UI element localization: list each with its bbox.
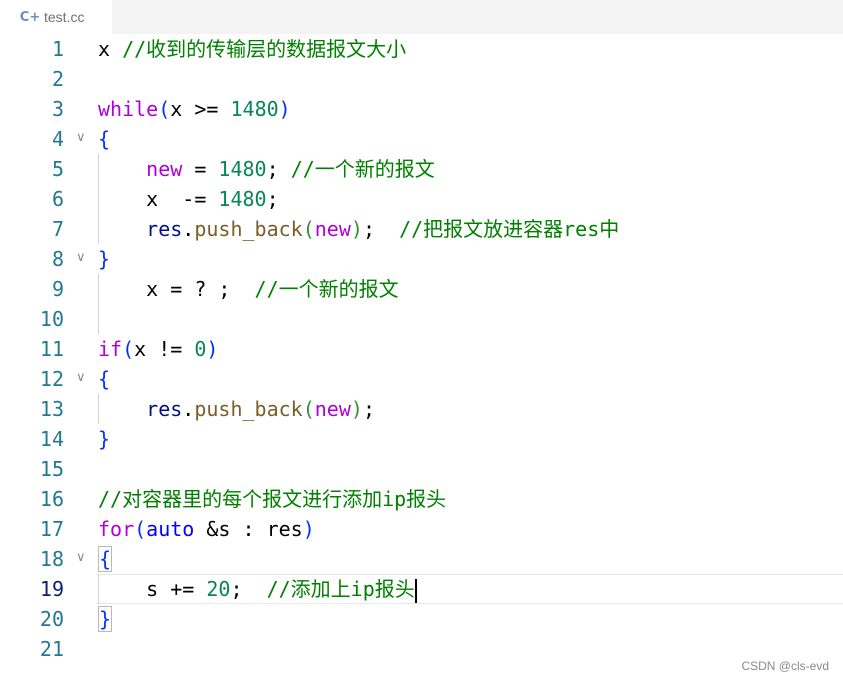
- code-line-4[interactable]: 4 ∨ {: [0, 124, 843, 154]
- code-text: x -= 1480;: [98, 187, 279, 211]
- line-number: 21: [39, 637, 64, 661]
- line-number: 17: [39, 517, 64, 541]
- indent-guide: [98, 154, 99, 244]
- code-line-21[interactable]: 21: [0, 634, 843, 664]
- fold-chevron-icon[interactable]: ∨: [76, 551, 90, 565]
- code-line-20[interactable]: 20}: [0, 604, 843, 634]
- code-text: }: [98, 247, 111, 271]
- code-line-15[interactable]: 15: [0, 454, 843, 484]
- code-line-6[interactable]: 6 x -= 1480;: [0, 184, 843, 214]
- line-number: 2: [51, 67, 64, 91]
- code-line-11[interactable]: 11 if(x != 0): [0, 334, 843, 364]
- line-number: 10: [39, 307, 64, 331]
- code-text: res.push_back(new); //把报文放进容器res中: [146, 217, 620, 241]
- indent-guide: [98, 574, 99, 604]
- fold-chevron-icon[interactable]: ∨: [76, 371, 90, 385]
- code-text: {: [98, 367, 111, 391]
- fold-chevron-icon[interactable]: ∨: [76, 131, 90, 145]
- watermark: CSDN @cls-evd: [741, 659, 829, 673]
- code-text: if(x != 0): [98, 337, 219, 361]
- indent-guide: [98, 274, 99, 334]
- code-line-9[interactable]: 9 x = ? ; //一个新的报文: [0, 274, 843, 304]
- code-text: for(auto &s : res): [98, 517, 315, 541]
- line-number: 6: [51, 187, 64, 211]
- code-line-5[interactable]: 5 new = 1480; //一个新的报文: [0, 154, 843, 184]
- line-number: 20: [39, 607, 64, 631]
- tab-bar: C+ test.cc: [0, 0, 843, 34]
- code-text: {: [98, 546, 113, 572]
- line-number: 11: [39, 337, 64, 361]
- code-line-3[interactable]: 3 while(x >= 1480): [0, 94, 843, 124]
- code-text: x = ? ; //一个新的报文: [98, 277, 399, 301]
- code-editor[interactable]: 1 x //收到的传输层的数据报文大小 2 3 while(x >= 1480) 4 ∨ {5…: [0, 34, 843, 679]
- code-text: while(x >= 1480): [98, 97, 291, 121]
- code-text: x //收到的传输层的数据报文大小: [98, 37, 407, 61]
- code-line-1[interactable]: 1 x //收到的传输层的数据报文大小: [0, 34, 843, 64]
- line-number: 18: [39, 547, 64, 571]
- tab-title: test.cc: [44, 9, 85, 25]
- line-number: 5: [51, 157, 64, 181]
- line-number: 3: [51, 97, 64, 121]
- cpp-file-icon: C+: [19, 9, 41, 25]
- fold-chevron-icon[interactable]: ∨: [76, 251, 90, 265]
- code-line-12[interactable]: 12 ∨ {: [0, 364, 843, 394]
- text-cursor: [414, 578, 417, 603]
- tab-test-cc[interactable]: C+ test.cc: [0, 0, 112, 34]
- line-number: 15: [39, 457, 64, 481]
- code-text: }: [98, 427, 111, 451]
- code-line-13[interactable]: 13 res.push_back(new);: [0, 394, 843, 424]
- code-line-19[interactable]: 19 s += 20; //添加上ip报头: [0, 574, 843, 604]
- code-text: }: [98, 606, 113, 632]
- line-number: 4: [51, 127, 64, 151]
- line-number: 1: [51, 37, 64, 61]
- code-line-7[interactable]: 7 res.push_back(new); //把报文放进容器res中: [0, 214, 843, 244]
- code-line-10[interactable]: 10: [0, 304, 843, 334]
- code-text: new = 1480; //一个新的报文: [146, 157, 435, 181]
- code-line-14[interactable]: 14}: [0, 424, 843, 454]
- code-text: res.push_back(new);: [146, 397, 375, 421]
- code-line-8[interactable]: 8 ∨}: [0, 244, 843, 274]
- indent-guide: [98, 394, 99, 424]
- code-line-18[interactable]: 18 ∨ {: [0, 544, 843, 574]
- code-line-16[interactable]: 16 //对容器里的每个报文进行添加ip报头: [0, 484, 843, 514]
- code-line-2[interactable]: 2: [0, 64, 843, 94]
- line-number: 7: [51, 217, 64, 241]
- code-text: //对容器里的每个报文进行添加ip报头: [98, 487, 447, 511]
- line-number: 13: [39, 397, 64, 421]
- code-line-17[interactable]: 17 for(auto &s : res): [0, 514, 843, 544]
- code-text: s += 20; //添加上ip报头: [98, 577, 417, 603]
- line-number: 19: [39, 577, 64, 601]
- line-number: 16: [39, 487, 64, 511]
- line-number: 9: [51, 277, 64, 301]
- line-number: 8: [51, 247, 64, 271]
- line-number: 14: [39, 427, 64, 451]
- line-number: 12: [39, 367, 64, 391]
- code-text: {: [98, 127, 111, 151]
